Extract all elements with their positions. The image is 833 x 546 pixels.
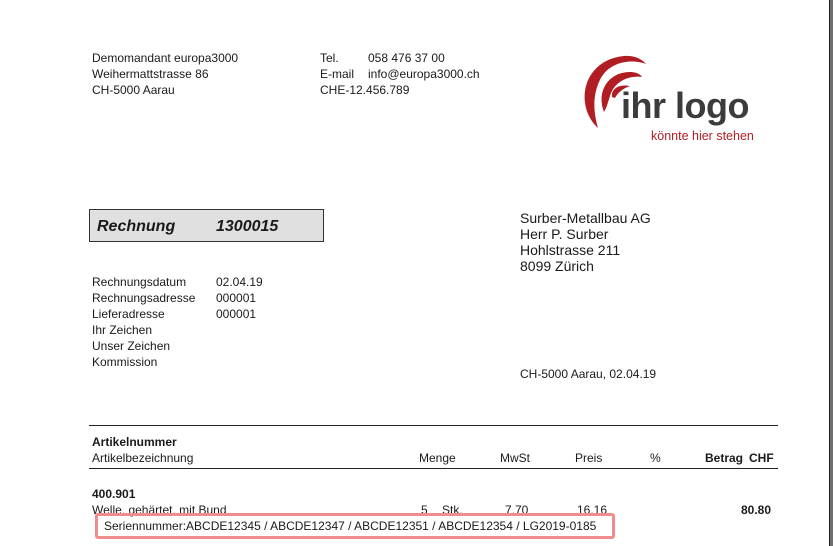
delivery-address-label: Lieferadresse [92,307,165,321]
sender-name: Demomandant europa3000 [92,51,239,65]
email-label: E-mail [320,67,355,81]
sender-contact: Tel. 058 476 37 00 E-mail info@europa3000.… [320,50,480,98]
recipient-company: Surber-Metallbau AG [520,210,651,226]
billing-address-label: Rechnungsadresse [92,291,196,305]
your-reference-label: Ihr Zeichen [92,323,153,337]
header-price: Preis [575,451,603,465]
sender-address: Demomandant europa3000 Weihermattstrasse… [92,50,238,98]
email-value: info@europa3000.ch [368,67,480,81]
recipient-person: Herr P. Surber [520,226,609,242]
phone-value: 058 476 37 00 [368,51,445,65]
serial-number-highlight [95,513,615,539]
company-logo: ihr logo könnte hier stehen [578,50,778,145]
invoice-meta: Rechnungsdatum 02.04.19 Rechnungsadresse 0… [92,274,263,370]
document-title: Rechnung [97,218,176,235]
place-and-date: CH-5000 Aarau, 02.04.19 [520,367,657,381]
our-reference-label: Unser Zeichen [92,339,171,353]
table-top-divider [89,425,778,426]
header-percent: % [650,451,661,465]
recipient-street: Hohlstrasse 211 [520,242,621,258]
row-article-number: 400.901 [92,487,136,501]
commission-label: Kommission [92,355,158,369]
row-amount: 80.80 [741,503,772,517]
table-header-divider [89,468,778,469]
logo-text: ihr logo [621,85,749,126]
header-quantity: Menge [419,451,456,465]
invoice-date-value: 02.04.19 [216,275,263,289]
delivery-address-value: 000001 [216,307,257,321]
header-vat: MwSt [500,451,530,465]
sender-street: Weihermattstrasse 86 [92,67,209,81]
logo-tagline: könnte hier stehen [651,129,754,143]
header-article-number: Artikelnummer [92,435,177,449]
recipient-address: Surber-Metallbau AG Herr P. Surber Hohls… [520,210,651,274]
invoice-page: Demomandant europa3000 Weihermattstrasse… [0,0,830,546]
invoice-date-label: Rechnungsdatum [92,275,187,289]
header-currency: CHF [749,451,774,465]
header-amount: Betrag [705,451,744,465]
document-title-box: Rechnung 1300015 [89,209,324,242]
header-article-description: Artikelbezeichnung [92,451,194,465]
document-number: 1300015 [216,218,279,235]
billing-address-value: 000001 [216,291,257,305]
sender-city: CH-5000 Aarau [92,83,175,97]
vat-number: CHE-12.456.789 [320,83,410,97]
phone-label: Tel. [320,51,339,65]
recipient-city: 8099 Zürich [520,258,594,274]
